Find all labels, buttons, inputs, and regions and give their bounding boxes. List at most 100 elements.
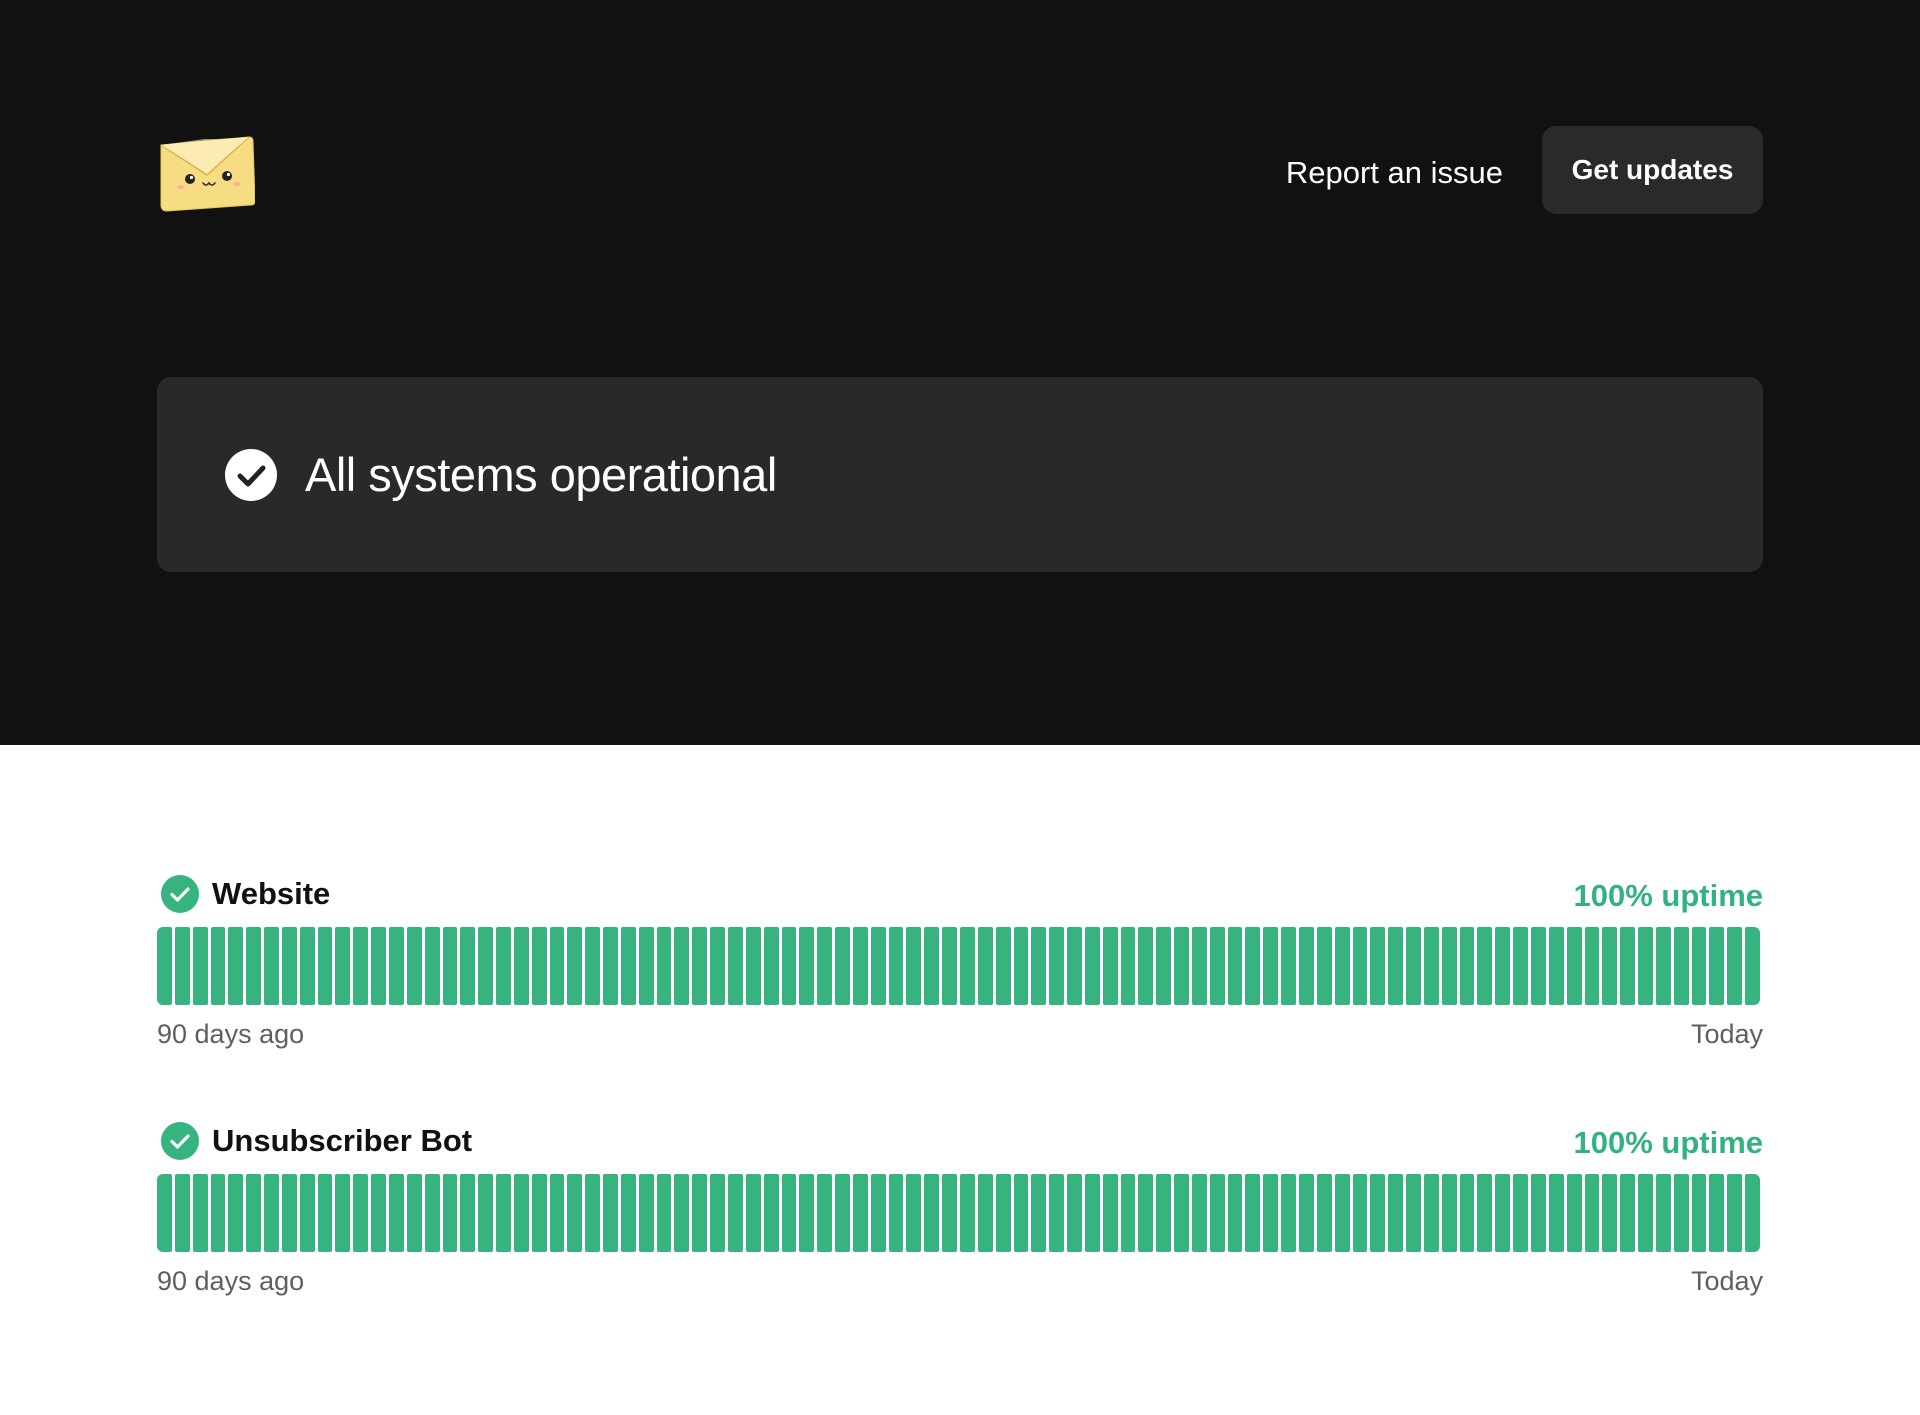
uptime-day-bar[interactable] — [335, 927, 351, 1005]
uptime-day-bar[interactable] — [371, 1174, 386, 1252]
uptime-day-bar[interactable] — [1263, 1174, 1279, 1252]
uptime-day-bar[interactable] — [1620, 1174, 1636, 1252]
uptime-day-bar[interactable] — [1084, 1174, 1100, 1252]
uptime-day-bar[interactable] — [1513, 1174, 1528, 1252]
uptime-day-bar[interactable] — [745, 927, 761, 1005]
uptime-day-bar[interactable] — [1156, 927, 1172, 1005]
uptime-day-bar[interactable] — [1441, 927, 1457, 1005]
uptime-day-bar[interactable] — [1620, 927, 1636, 1005]
uptime-day-bar[interactable] — [478, 1174, 494, 1252]
uptime-day-bar[interactable] — [299, 1174, 315, 1252]
uptime-day-bar[interactable] — [924, 1174, 940, 1252]
uptime-day-bar[interactable] — [1530, 1174, 1546, 1252]
uptime-day-bar[interactable] — [513, 1174, 529, 1252]
uptime-day-bar[interactable] — [1638, 927, 1653, 1005]
uptime-day-bar[interactable] — [656, 1174, 672, 1252]
uptime-day-bar[interactable] — [1138, 1174, 1154, 1252]
uptime-day-bar[interactable] — [1406, 927, 1421, 1005]
uptime-day-bar[interactable] — [567, 1174, 583, 1252]
uptime-day-bar[interactable] — [977, 927, 993, 1005]
uptime-day-bar[interactable] — [1102, 1174, 1118, 1252]
uptime-day-bar[interactable] — [1566, 927, 1582, 1005]
uptime-day-bar[interactable] — [888, 1174, 904, 1252]
uptime-day-bar[interactable] — [531, 1174, 547, 1252]
uptime-day-bar[interactable] — [1495, 927, 1511, 1005]
uptime-day-bar[interactable] — [299, 927, 315, 1005]
uptime-day-bar[interactable] — [603, 927, 618, 1005]
uptime-day-bar[interactable] — [585, 1174, 601, 1252]
uptime-day-bar[interactable] — [1513, 927, 1528, 1005]
uptime-day-bar[interactable] — [1477, 1174, 1493, 1252]
uptime-day-bar[interactable] — [317, 1174, 333, 1252]
uptime-day-bar[interactable] — [1281, 927, 1296, 1005]
uptime-day-bar[interactable] — [1352, 927, 1368, 1005]
uptime-day-bar[interactable] — [835, 927, 850, 1005]
uptime-day-bar[interactable] — [460, 1174, 476, 1252]
uptime-day-bar[interactable] — [1263, 927, 1279, 1005]
uptime-day-bar[interactable] — [1727, 1174, 1743, 1252]
uptime-day-bar[interactable] — [1120, 1174, 1136, 1252]
uptime-day-bar[interactable] — [1245, 927, 1261, 1005]
uptime-day-bar[interactable] — [335, 1174, 351, 1252]
uptime-day-bar[interactable] — [959, 1174, 975, 1252]
uptime-day-bar[interactable] — [1120, 927, 1136, 1005]
uptime-day-bar[interactable] — [1209, 1174, 1225, 1252]
uptime-day-bar[interactable] — [192, 1174, 208, 1252]
uptime-day-bar[interactable] — [1067, 1174, 1082, 1252]
uptime-day-bar[interactable] — [1441, 1174, 1457, 1252]
uptime-day-bar[interactable] — [1388, 1174, 1404, 1252]
uptime-day-bar[interactable] — [906, 1174, 922, 1252]
uptime-day-bar[interactable] — [817, 1174, 833, 1252]
uptime-day-bar[interactable] — [1495, 1174, 1511, 1252]
uptime-day-bar[interactable] — [192, 927, 208, 1005]
uptime-day-bar[interactable] — [1316, 927, 1332, 1005]
uptime-day-bar[interactable] — [513, 927, 529, 1005]
uptime-day-bar[interactable] — [210, 1174, 226, 1252]
uptime-day-bar[interactable] — [174, 1174, 190, 1252]
uptime-day-bar[interactable] — [942, 1174, 957, 1252]
uptime-day-bar[interactable] — [264, 1174, 279, 1252]
uptime-day-bar[interactable] — [781, 927, 797, 1005]
uptime-day-bar[interactable] — [1584, 1174, 1600, 1252]
uptime-day-bar[interactable] — [870, 927, 886, 1005]
uptime-day-bar[interactable] — [1566, 1174, 1582, 1252]
uptime-day-bar[interactable] — [1638, 1174, 1653, 1252]
uptime-day-bar[interactable] — [1174, 927, 1189, 1005]
uptime-day-bar[interactable] — [1227, 927, 1243, 1005]
uptime-day-bar[interactable] — [781, 1174, 797, 1252]
uptime-day-bar[interactable] — [1209, 927, 1225, 1005]
uptime-day-bar[interactable] — [1709, 927, 1725, 1005]
uptime-day-bar[interactable] — [1691, 927, 1707, 1005]
uptime-day-bar[interactable] — [1370, 927, 1386, 1005]
uptime-day-bar[interactable] — [638, 927, 654, 1005]
uptime-day-bar[interactable] — [496, 1174, 511, 1252]
uptime-day-bar[interactable] — [531, 927, 547, 1005]
uptime-day-bar[interactable] — [1691, 1174, 1707, 1252]
uptime-day-bar[interactable] — [888, 927, 904, 1005]
uptime-day-bar[interactable] — [1299, 927, 1314, 1005]
uptime-day-bar[interactable] — [728, 1174, 743, 1252]
uptime-day-bar[interactable] — [1191, 1174, 1207, 1252]
uptime-day-bar[interactable] — [1548, 1174, 1564, 1252]
uptime-day-bar[interactable] — [1602, 1174, 1618, 1252]
uptime-day-bar[interactable] — [995, 927, 1011, 1005]
uptime-day-bar[interactable] — [1745, 1174, 1760, 1252]
uptime-day-bar[interactable] — [353, 1174, 369, 1252]
uptime-day-bar[interactable] — [1655, 1174, 1671, 1252]
uptime-day-bar[interactable] — [852, 927, 868, 1005]
uptime-day-bar[interactable] — [692, 1174, 708, 1252]
uptime-day-bar[interactable] — [264, 927, 279, 1005]
uptime-day-bar[interactable] — [906, 927, 922, 1005]
uptime-day-bar[interactable] — [406, 1174, 422, 1252]
uptime-day-bar[interactable] — [371, 927, 386, 1005]
uptime-day-bar[interactable] — [567, 927, 583, 1005]
uptime-day-bar[interactable] — [1477, 927, 1493, 1005]
envelope-mascot-icon[interactable] — [157, 133, 255, 213]
uptime-day-bar[interactable] — [710, 927, 725, 1005]
uptime-day-bar[interactable] — [1530, 927, 1546, 1005]
uptime-day-bar[interactable] — [1727, 927, 1743, 1005]
uptime-day-bar[interactable] — [620, 1174, 636, 1252]
uptime-day-bar[interactable] — [1352, 1174, 1368, 1252]
uptime-day-bar[interactable] — [246, 927, 262, 1005]
uptime-day-bar[interactable] — [1459, 927, 1475, 1005]
